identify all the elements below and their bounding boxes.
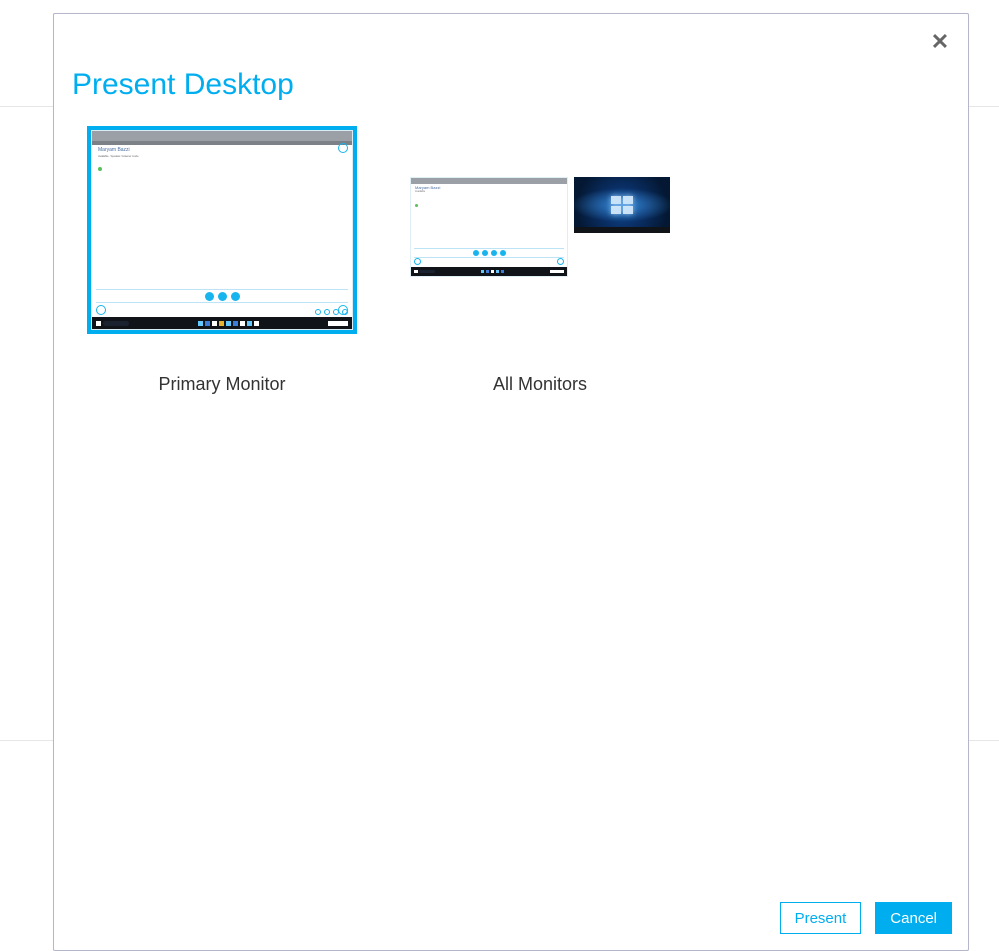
- close-icon: ✕: [931, 29, 949, 55]
- all-monitors-preview: Maryam Bazzi Available: [410, 177, 670, 283]
- cancel-button[interactable]: Cancel: [875, 902, 952, 934]
- all-monitors-preview-monitor-1: Maryam Bazzi Available: [410, 177, 568, 277]
- monitor-option-primary[interactable]: Maryam Bazzi Available · Speaker / Liste…: [72, 126, 372, 395]
- monitor-option-all[interactable]: Maryam Bazzi Available: [390, 126, 690, 395]
- present-button[interactable]: Present: [780, 902, 862, 934]
- dialog-footer: Present Cancel: [54, 902, 968, 950]
- monitor-options-container: Maryam Bazzi Available · Speaker / Liste…: [54, 102, 968, 395]
- primary-monitor-preview: Maryam Bazzi Available · Speaker / Liste…: [91, 130, 353, 330]
- close-button[interactable]: ✕: [926, 28, 954, 56]
- dialog-title: Present Desktop: [54, 14, 968, 102]
- monitor-thumbnail-primary: Maryam Bazzi Available · Speaker / Liste…: [87, 126, 357, 334]
- monitor-thumbnail-all: Maryam Bazzi Available: [405, 126, 675, 334]
- monitor-option-label: All Monitors: [493, 374, 587, 395]
- present-desktop-dialog: ✕ Present Desktop Maryam Bazzi Available…: [53, 13, 969, 951]
- all-monitors-preview-monitor-2: [574, 177, 670, 233]
- monitor-option-label: Primary Monitor: [158, 374, 285, 395]
